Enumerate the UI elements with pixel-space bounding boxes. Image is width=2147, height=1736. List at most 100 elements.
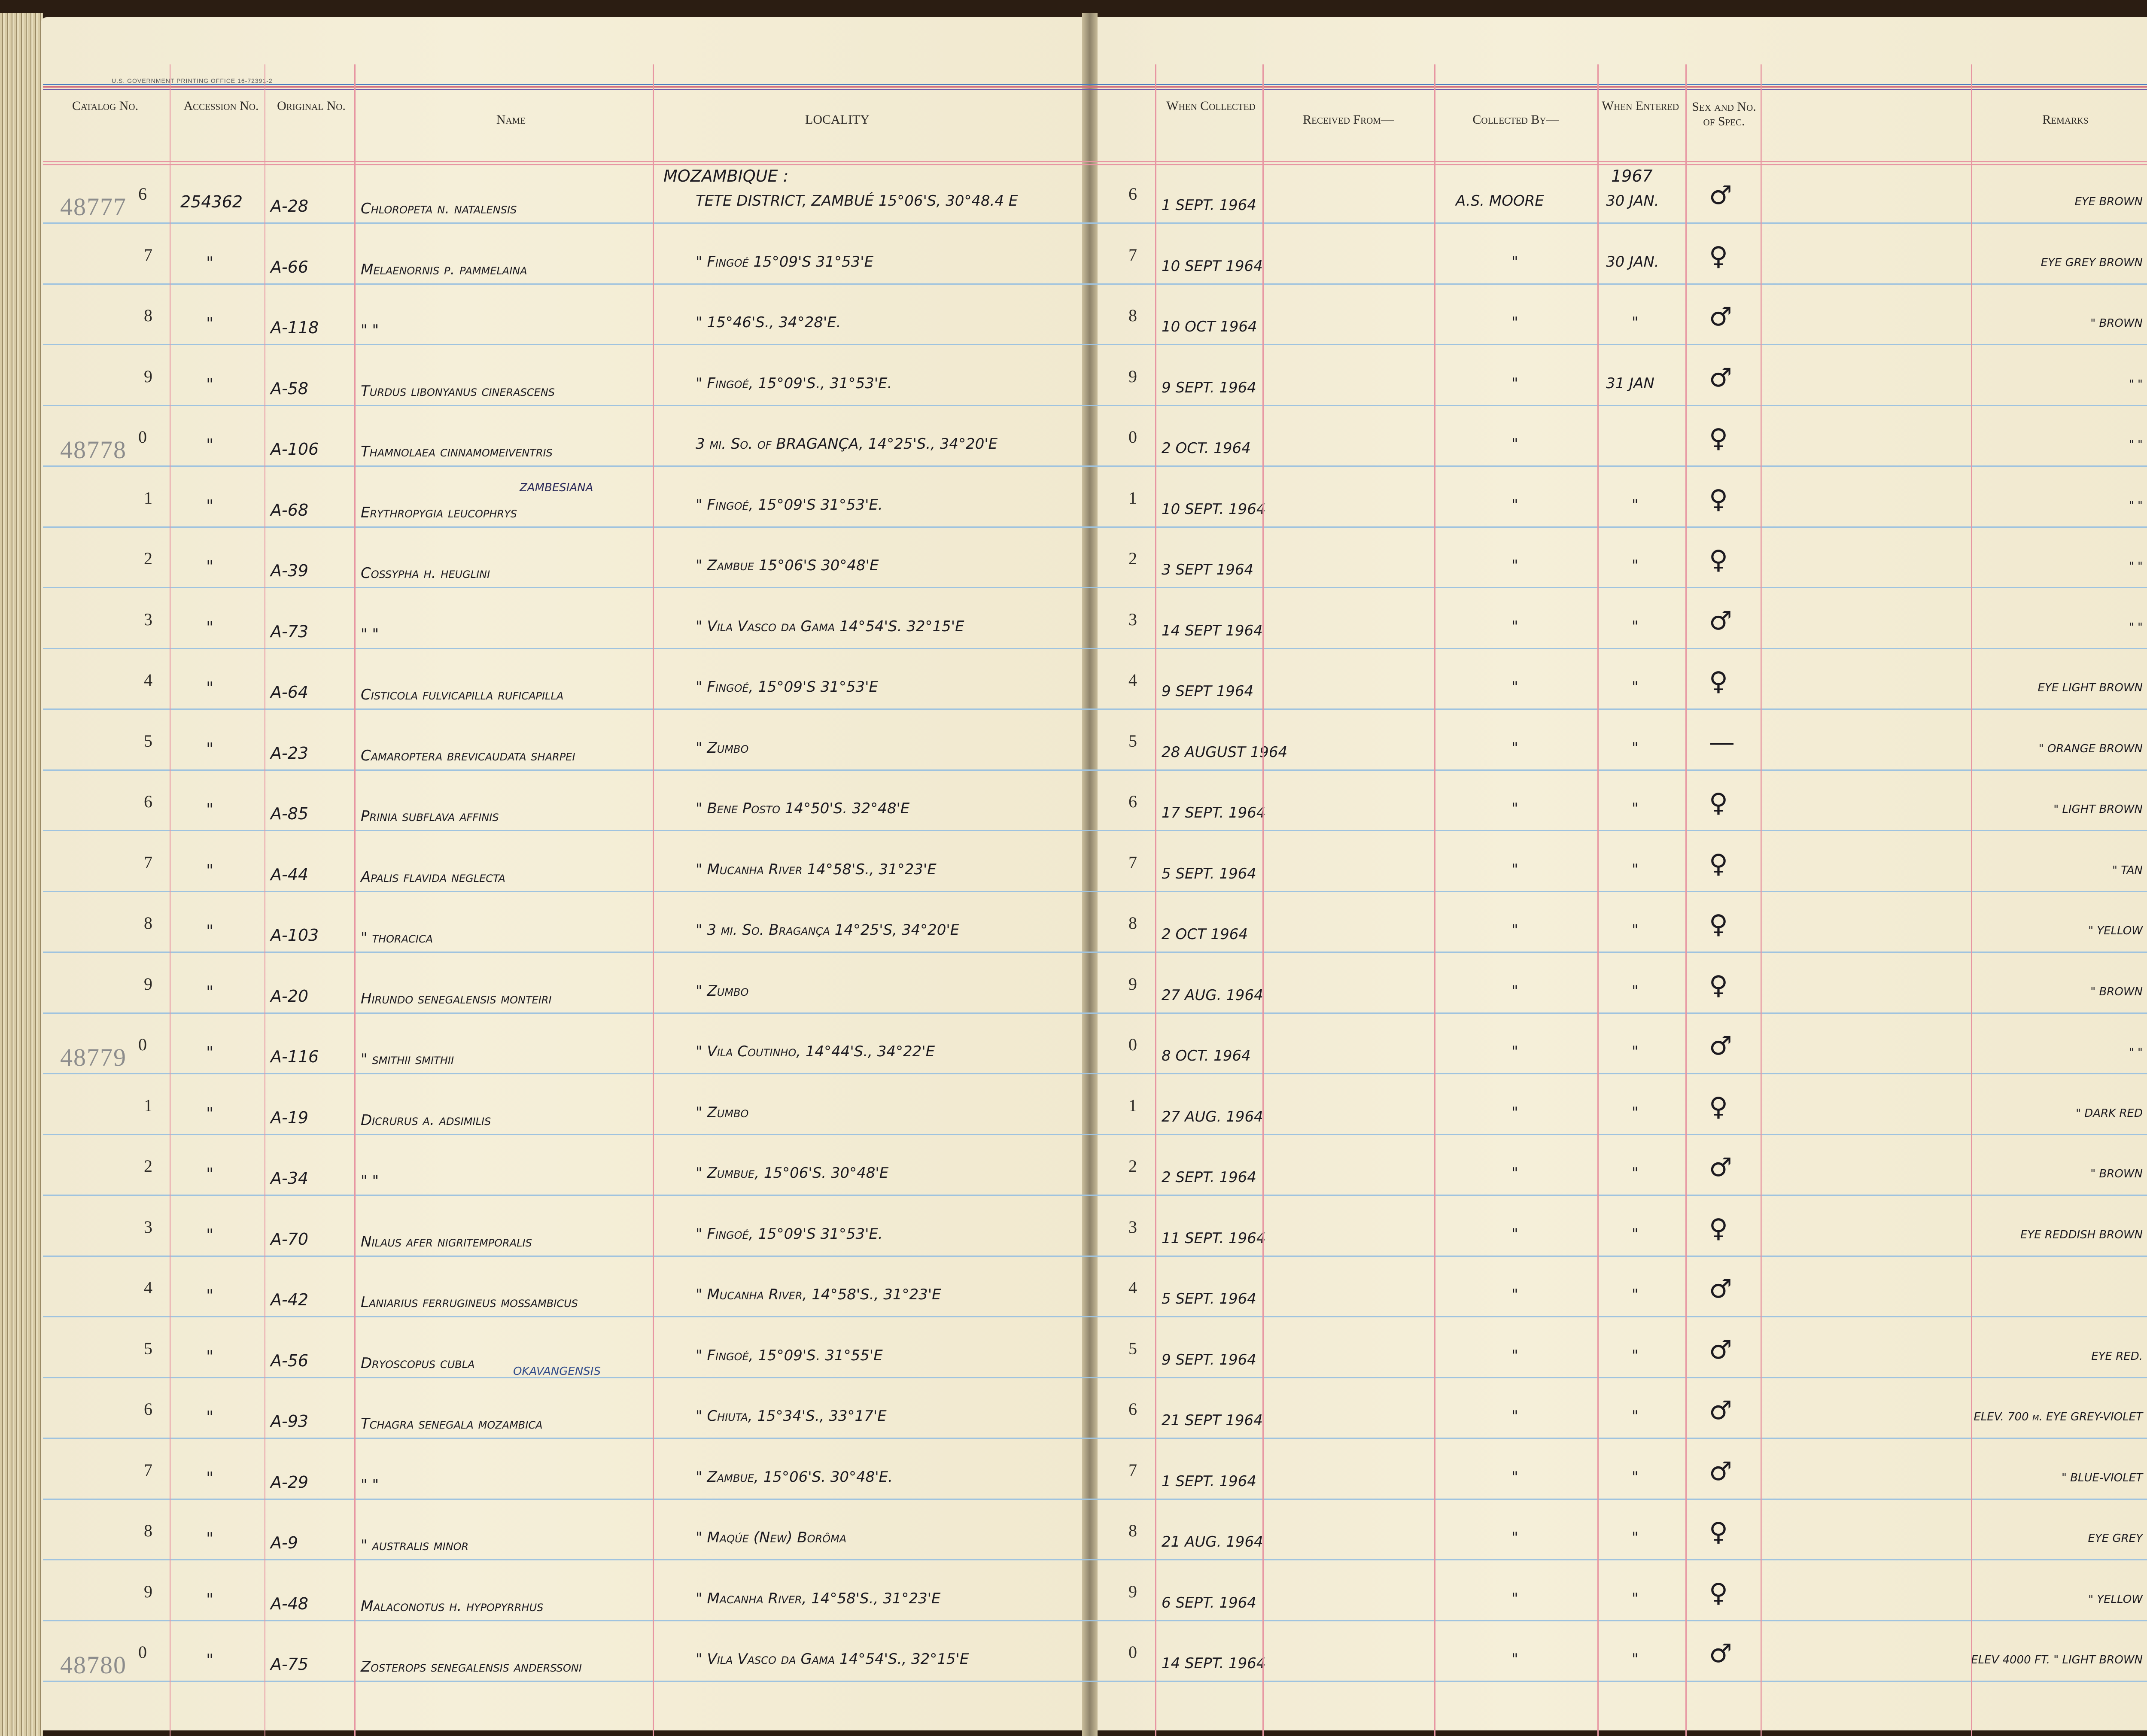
catalog-digit: 4 (144, 1278, 152, 1297)
row-rule (43, 1620, 2147, 1621)
collected-by: " (1511, 860, 1518, 878)
species-name: Malaconotus h. hypopyrrhus (361, 1597, 544, 1615)
entered-date: " (1632, 800, 1639, 817)
catalog-digit: 1 (144, 488, 152, 508)
remarks-text: " TAN (2112, 863, 2143, 877)
locality: " Macanha River, 14°58'S., 31°23'E (696, 1590, 941, 1607)
original-no: A-23 (271, 743, 309, 763)
accession-no: " (206, 435, 214, 454)
species-name: Laniarius ferrugineus mossambicus (361, 1294, 578, 1311)
catalog-stamp: 48778 (60, 436, 127, 464)
original-no: A-48 (271, 1594, 309, 1613)
row-rule (43, 1438, 2147, 1439)
collected-by: " (1511, 1590, 1518, 1607)
original-no: A-118 (271, 318, 319, 337)
sex-symbol: ♀ (1709, 1213, 1728, 1243)
original-no: A-75 (271, 1655, 309, 1674)
locality: " Vila Vasco da Gama 14°54'S., 32°15'E (696, 1651, 969, 1668)
sex-symbol: ♂ (1709, 180, 1732, 210)
sex-symbol: ♀ (1709, 1578, 1728, 1608)
locality: " Fingoé 15°09'S 31°53'E (696, 253, 874, 271)
entered-date: " (1632, 1408, 1639, 1425)
sex-symbol: ♂ (1709, 302, 1732, 332)
original-no: A-70 (271, 1229, 309, 1249)
sex-symbol: ♀ (1709, 241, 1728, 271)
row-rule (43, 587, 2147, 588)
collected-by: " (1511, 1468, 1518, 1486)
original-no: A-28 (271, 197, 309, 216)
remarks-text: EYE REDDISH BROWN (2020, 1228, 2143, 1241)
original-no: A-93 (271, 1412, 309, 1431)
collected-date: 1 SEPT. 1964 (1162, 1472, 1256, 1490)
catalog-stamp: 48780 (60, 1651, 127, 1679)
catalog-digit: 0 (138, 1035, 147, 1054)
collected-by: " (1511, 1225, 1518, 1243)
collected-date: 17 SEPT. 1964 (1162, 804, 1266, 821)
species-name: " " (361, 1476, 379, 1493)
catalog-digit: 9 (144, 974, 152, 994)
species-name: Cisticola fulvicapilla ruficapilla (361, 686, 564, 703)
catalog-stamp: 48777 (60, 193, 127, 221)
locality: 3 mi. So. of BRAGANÇA, 14°25'S., 34°20'E (696, 435, 998, 453)
accession-no: " (206, 314, 214, 333)
species-name: Cossypha h. heuglini (361, 565, 490, 582)
collected-date: 14 SEPT. 1964 (1162, 1655, 1266, 1672)
row-mark: 0 (1128, 427, 1137, 447)
accession-no: " (206, 1225, 214, 1244)
header-name: Name (496, 112, 526, 127)
row-rule (43, 283, 2147, 285)
remarks-text: " " (2129, 438, 2143, 451)
row-rule (43, 222, 2147, 224)
accession-no: " (206, 1468, 214, 1487)
locality: " Fingoé, 15°09'S., 31°53'E. (696, 374, 892, 392)
header-when-collected: When Collected (1166, 99, 1256, 113)
remarks-text: " " (2129, 499, 2143, 512)
header-received-from: Received From— (1303, 112, 1394, 127)
species-name: " australis minor (361, 1537, 469, 1554)
sex-symbol: ♂ (1709, 1395, 1732, 1426)
entered-date: " (1632, 557, 1639, 574)
sex-symbol: ♀ (1709, 666, 1728, 696)
row-mark: 2 (1128, 1156, 1137, 1176)
row-mark: 5 (1128, 1338, 1137, 1358)
entered-date: 30 JAN. (1606, 192, 1659, 210)
row-rule (43, 891, 2147, 892)
row-mark: 7 (1128, 1460, 1137, 1480)
entered-date: " (1632, 1529, 1639, 1546)
remarks-text: " ORANGE BROWN (2038, 742, 2143, 755)
row-rule (43, 830, 2147, 831)
original-no: A-56 (271, 1351, 309, 1370)
species-name: Nilaus afer nigritemporalis (361, 1233, 532, 1250)
locality: " Mucanha River, 14°58'S., 31°23'E (696, 1286, 941, 1303)
row-rule (43, 769, 2147, 771)
catalog-digit: 6 (144, 1399, 152, 1419)
catalog-digit: 1 (144, 1095, 152, 1115)
column-rule-10 (1971, 64, 1972, 1736)
accession-no: " (206, 1590, 214, 1609)
row-mark: 8 (1128, 913, 1137, 933)
original-no: A-19 (271, 1108, 309, 1127)
collected-date: 21 SEPT 1964 (1162, 1412, 1263, 1429)
row-mark: 7 (1128, 852, 1137, 872)
remarks-text: " " (2129, 620, 2143, 634)
entered-date: " (1632, 921, 1639, 939)
entered-date: " (1632, 496, 1639, 514)
entered-date: " (1632, 739, 1639, 757)
catalog-digit: 8 (144, 1521, 152, 1540)
locality: TETE DISTRICT, ZAMBUÉ 15°06'S, 30°48.4 E (696, 192, 1018, 210)
accession-no: " (206, 678, 214, 697)
original-no: A-58 (271, 379, 309, 398)
row-rule (43, 1316, 2147, 1317)
catalog-digit: 9 (144, 1581, 152, 1601)
locality: " Zumbo (696, 739, 749, 757)
collected-by: " (1511, 1164, 1518, 1182)
species-name: Melaenornis p. pammelaina (361, 261, 527, 278)
species-name: " " (361, 625, 379, 643)
species-name: Erythropygia leucophrys (361, 504, 517, 521)
accession-no: " (206, 1347, 214, 1366)
collected-by: " (1511, 1408, 1518, 1425)
locality: " Fingoé, 15°09'S. 31°55'E (696, 1347, 883, 1364)
row-rule (43, 1195, 2147, 1196)
original-no: A-68 (271, 500, 309, 520)
collected-date: 3 SEPT 1964 (1162, 561, 1254, 578)
